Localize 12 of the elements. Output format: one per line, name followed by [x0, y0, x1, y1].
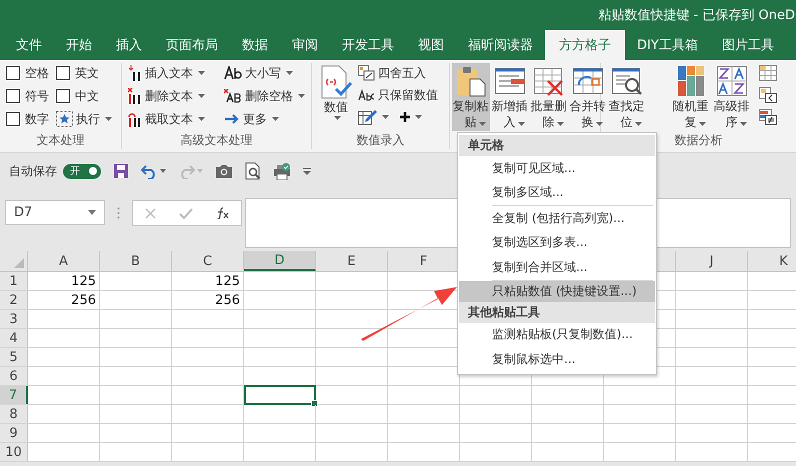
window-title: 粘贴数值快捷键 - 已保存到 OneD [598, 7, 795, 24]
cell-value: 125 [215, 274, 240, 288]
autosave-label: 自动保存 [9, 162, 57, 180]
group-label: 文本处理 [36, 132, 86, 149]
cell-value: 256 [215, 292, 240, 308]
group-label: 数值录入 [355, 132, 406, 149]
group-label: 高级文本处理 [180, 132, 254, 149]
menu-section-header: 单元格 [459, 135, 655, 156]
menu-section-header: 其他粘贴工具 [459, 302, 655, 322]
group-label: 数据分析 [673, 132, 724, 149]
cell-value: 256 [71, 292, 96, 308]
cell-value: 125 [71, 274, 96, 288]
